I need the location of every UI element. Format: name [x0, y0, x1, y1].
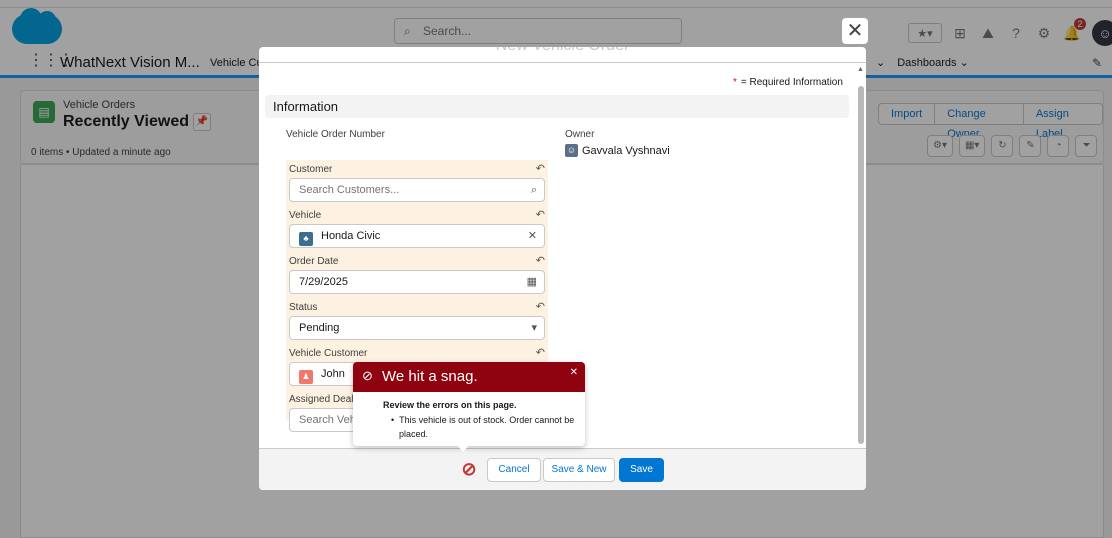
user-icon: ☺	[565, 144, 578, 157]
save-button[interactable]: Save	[619, 458, 664, 482]
cancel-button[interactable]: Cancel	[487, 458, 541, 482]
chevron-down-icon: ▾	[531, 322, 537, 334]
search-icon: ⌕	[530, 184, 537, 196]
undo-icon[interactable]: ↶	[536, 254, 545, 267]
save-and-new-button[interactable]: Save & New	[543, 458, 615, 482]
undo-icon[interactable]: ↶	[536, 300, 545, 313]
popover-arrow	[456, 444, 470, 452]
error-indicator-icon[interactable]: ⊘	[459, 459, 479, 479]
close-modal-button[interactable]: ✕	[842, 18, 868, 44]
section-information[interactable]: Information	[265, 95, 849, 118]
undo-icon[interactable]: ↶	[536, 346, 545, 359]
error-popover: ⊘ We hit a snag. ✕ Review the errors on …	[353, 362, 585, 452]
order-date-input[interactable]: 7/29/2025 ▦	[289, 270, 545, 294]
assigned-dealer-input[interactable]: Search Vehicl	[289, 408, 355, 432]
modal-footer: ⊘ Cancel Save & New Save	[259, 448, 866, 490]
error-message: • This vehicle is out of stock. Order ca…	[391, 415, 575, 439]
assigned-dealer-label: Assigned Dealer	[289, 394, 363, 405]
error-subtitle: Review the errors on this page.	[383, 400, 517, 410]
owner-label: Owner	[565, 129, 595, 140]
error-popover-header: ⊘ We hit a snag. ✕	[353, 362, 585, 392]
order-number-label: Vehicle Order Number	[286, 129, 385, 140]
modal-scrollbar[interactable]: ▲	[856, 64, 866, 448]
customer-input[interactable]: Search Customers... ⌕	[289, 178, 545, 202]
vehicle-record-icon: ♣	[299, 232, 313, 246]
modal-header: New Vehicle Order	[259, 47, 866, 63]
vehicle-input[interactable]: ♣ Honda Civic ✕	[289, 224, 545, 248]
close-icon[interactable]: ✕	[570, 367, 578, 378]
status-select[interactable]: Pending ▾	[289, 316, 545, 340]
error-icon: ⊘	[362, 368, 373, 383]
error-title: We hit a snag.	[382, 368, 478, 385]
undo-icon[interactable]: ↶	[536, 208, 545, 221]
calendar-icon[interactable]: ▦	[527, 271, 537, 293]
clear-selection-icon[interactable]: ✕	[528, 225, 537, 247]
required-info-note: * = Required Information	[733, 77, 843, 88]
undo-icon[interactable]: ↶	[536, 162, 545, 175]
scroll-up-arrow-icon[interactable]: ▲	[857, 66, 864, 73]
scrollbar-thumb[interactable]	[858, 86, 864, 444]
modal-title: New Vehicle Order	[259, 47, 866, 55]
owner-value[interactable]: ☺ Gavvala Vyshnavi	[565, 144, 670, 157]
customer-record-icon: ♟	[299, 370, 313, 384]
